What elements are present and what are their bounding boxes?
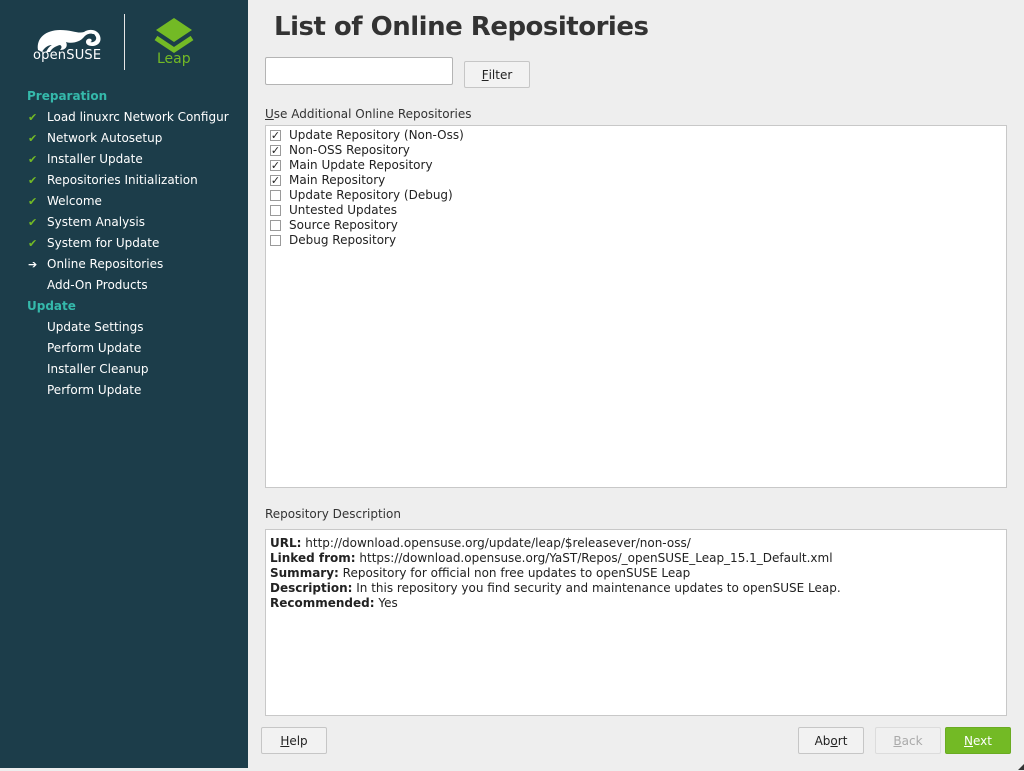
checkmark-icon: ✔	[28, 237, 38, 250]
abort-button[interactable]: Ab o rt	[798, 727, 864, 754]
installation-steps: Preparation ✔ Load linuxrc Network Configu…	[0, 88, 248, 403]
step-item: ✔ System Analysis	[0, 214, 248, 235]
repo-label: Debug Repository	[289, 233, 397, 247]
logo-divider	[124, 14, 125, 70]
desc-summary-key: Summary:	[270, 566, 339, 580]
repository-description: URL: http://download.opensuse.org/update…	[265, 529, 1007, 716]
repo-label: Untested Updates	[289, 203, 397, 217]
desc-summary-value: Repository for official non free updates…	[342, 566, 691, 580]
step-item: ✔ System for Update	[0, 235, 248, 256]
step-item: Update Settings	[0, 319, 248, 340]
help-button[interactable]: Help	[261, 727, 327, 754]
back-button[interactable]: Back	[875, 727, 941, 754]
checkmark-icon: ✔	[28, 153, 38, 166]
desc-url-value: http://download.opensuse.org/update/leap…	[305, 536, 691, 550]
desc-description-key: Description:	[270, 581, 353, 595]
checkbox-checked-icon[interactable]: ✓	[270, 175, 281, 186]
description-label: Repository Description	[265, 507, 401, 521]
desc-recommended-line: Recommended: Yes	[270, 596, 1002, 611]
repo-list-item[interactable]: ✓ Main Repository	[266, 173, 1006, 188]
checkbox-checked-icon[interactable]: ✓	[270, 160, 281, 171]
step-label: Installer Cleanup	[47, 362, 149, 376]
step-label: Welcome	[47, 194, 102, 208]
repo-list-item[interactable]: Debug Repository	[266, 233, 1006, 248]
desc-description-value: In this repository you find security and…	[356, 581, 841, 595]
repo-list-item[interactable]: ✓ Main Update Repository	[266, 158, 1006, 173]
checkbox-checked-icon[interactable]: ✓	[270, 145, 281, 156]
repo-label: Main Update Repository	[289, 158, 433, 172]
desc-summary-line: Summary: Repository for official non fre…	[270, 566, 1002, 581]
step-item: ✔ Installer Update	[0, 151, 248, 172]
checkmark-icon: ✔	[28, 132, 38, 145]
resize-grip-icon[interactable]: ◢	[1018, 762, 1024, 771]
repo-label: Non-OSS Repository	[289, 143, 410, 157]
step-item: ✔ Welcome	[0, 193, 248, 214]
repo-label: Source Repository	[289, 218, 398, 232]
filter-button[interactable]: Filter	[464, 61, 530, 88]
desc-recommended-key: Recommended:	[270, 596, 375, 610]
step-label: Update Settings	[47, 320, 144, 334]
repo-list-item[interactable]: Update Repository (Debug)	[266, 188, 1006, 203]
desc-recommended-value: Yes	[378, 596, 398, 610]
step-label: System Analysis	[47, 215, 146, 229]
checkbox-unchecked-icon[interactable]	[270, 220, 281, 231]
sidebar: openSUSE Leap Preparation ✔ Load linuxrc N…	[0, 0, 248, 768]
arrow-right-icon: ➔	[28, 258, 38, 271]
checkbox-unchecked-icon[interactable]	[270, 205, 281, 216]
next-button[interactable]: Next	[945, 727, 1011, 754]
repo-label: Main Repository	[289, 173, 386, 187]
step-label: System for Update	[47, 236, 160, 250]
step-label: Network Autosetup	[47, 131, 163, 145]
step-item: Perform Update	[0, 382, 248, 403]
checkmark-icon: ✔	[28, 111, 38, 124]
leap-logo	[154, 18, 194, 54]
repository-list[interactable]: ✓ Update Repository (Non-Oss) ✓ Non-OSS Rep…	[265, 125, 1007, 488]
checkmark-icon: ✔	[28, 195, 38, 208]
desc-url-key: URL:	[270, 536, 302, 550]
step-item: Perform Update	[0, 340, 248, 361]
step-item: ✔ Load linuxrc Network Configur	[0, 109, 248, 130]
repo-list-item[interactable]: ✓ Update Repository (Non-Oss)	[266, 128, 1006, 143]
logo-area: openSUSE Leap	[0, 0, 248, 90]
desc-linked-value: https://download.opensuse.org/YaST/Repos…	[359, 551, 833, 565]
leap-wordmark: Leap	[157, 51, 191, 67]
opensuse-wordmark: openSUSE	[33, 48, 102, 63]
repo-list-item[interactable]: ✓ Non-OSS Repository	[266, 143, 1006, 158]
step-label: Load linuxrc Network Configur	[47, 110, 229, 124]
step-label: Online Repositories	[47, 257, 164, 271]
repo-list-item[interactable]: Source Repository	[266, 218, 1006, 233]
repo-label: Update Repository (Non-Oss)	[289, 128, 464, 142]
step-label: Installer Update	[47, 152, 143, 166]
checkbox-unchecked-icon[interactable]	[270, 235, 281, 246]
desc-linked-key: Linked from:	[270, 551, 356, 565]
filter-input[interactable]	[265, 57, 453, 85]
repo-label: Update Repository (Debug)	[289, 188, 453, 202]
desc-url-line: URL: http://download.opensuse.org/update…	[270, 536, 1002, 551]
step-group-update: Update	[27, 299, 76, 313]
step-item: Add-On Products	[0, 277, 248, 298]
repo-list-label: Use Additional Online Repositories	[265, 107, 472, 121]
step-label: Repositories Initialization	[47, 173, 198, 187]
checkbox-checked-icon[interactable]: ✓	[270, 130, 281, 141]
repo-list-item[interactable]: Untested Updates	[266, 203, 1006, 218]
desc-linked-line: Linked from: https://download.opensuse.o…	[270, 551, 1002, 566]
page-title: List of Online Repositories	[274, 12, 649, 42]
step-item: Installer Cleanup	[0, 361, 248, 382]
step-item: ➔ Online Repositories	[0, 256, 248, 277]
step-item: ✔ Network Autosetup	[0, 130, 248, 151]
step-group-preparation: Preparation	[27, 89, 108, 103]
step-label: Add-On Products	[47, 278, 148, 292]
checkmark-icon: ✔	[28, 174, 38, 187]
step-label: Perform Update	[47, 341, 142, 355]
checkmark-icon: ✔	[28, 216, 38, 229]
main-panel: List of Online Repositories Filter Use A…	[248, 0, 1024, 771]
step-item: ✔ Repositories Initialization	[0, 172, 248, 193]
step-label: Perform Update	[47, 383, 142, 397]
desc-description-line: Description: In this repository you find…	[270, 581, 1002, 596]
checkbox-unchecked-icon[interactable]	[270, 190, 281, 201]
